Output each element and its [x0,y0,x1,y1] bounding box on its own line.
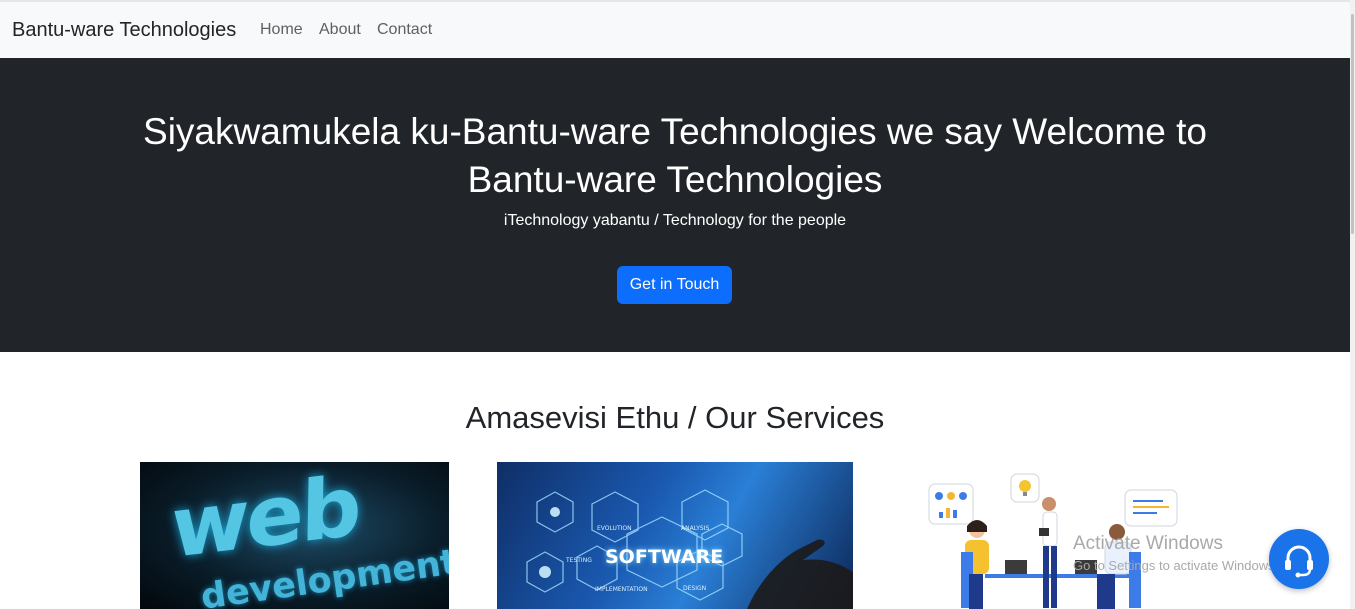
nav-link-contact[interactable]: Contact [377,21,432,39]
hero-title: Siyakwamukela ku-Bantu-ware Technologies… [143,111,1207,200]
hex-testing-label: TESTING [566,557,592,564]
scrollbar-thumb[interactable] [1351,14,1354,234]
nav-link-about[interactable]: About [319,21,361,39]
navbar: Bantu-ware Technologies Home About Conta… [0,2,1350,58]
services-title: Amasevisi Ethu / Our Services [465,400,885,435]
page-scrollbar[interactable] [1350,0,1355,609]
hex-analysis-label: ANALYSIS [681,525,710,532]
activate-windows-title: Activate Windows [1073,533,1223,554]
hex-design-label: DESIGN [683,585,707,592]
headset-icon [1285,545,1313,578]
get-in-touch-button[interactable]: Get in Touch [617,266,732,304]
web-development-image: web development [140,462,449,609]
hex-implementation-label: IMPLEMENTATION [595,586,648,593]
hero-section: Siyakwamukela ku-Bantu-ware Technologies… [0,58,1350,352]
hero-subtitle: iTechnology yabantu / Technology for the… [503,212,847,229]
software-hex-graphic [526,489,853,609]
software-image: SOFTWARE EVOLUTION TESTING ANALYSIS IMPL… [497,462,853,609]
nav-link-home[interactable]: Home [260,21,303,39]
software-image-word: SOFTWARE [605,546,724,568]
hex-evolution-label: EVOLUTION [597,525,632,532]
navbar-brand[interactable]: Bantu-ware Technologies [12,19,236,42]
activate-windows-hint: Go to Settings to activate Windows. [1073,558,1279,573]
chat-support-button[interactable] [1269,529,1329,589]
